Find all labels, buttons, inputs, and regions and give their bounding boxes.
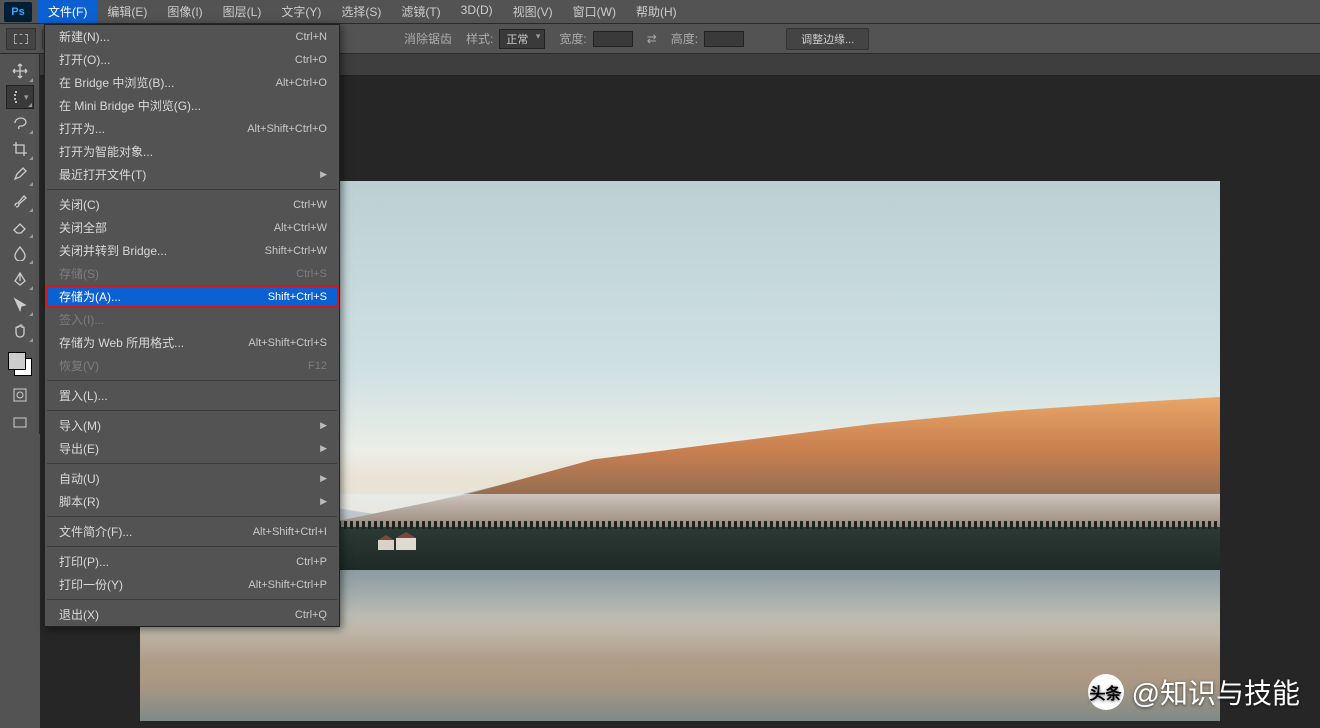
menuitem-存储S: 存储(S)Ctrl+S xyxy=(45,262,339,285)
menuitem-关闭并转到-Bridge[interactable]: 关闭并转到 Bridge...Shift+Ctrl+W xyxy=(45,239,339,262)
eyedropper-tool[interactable] xyxy=(6,163,34,187)
lasso-tool[interactable] xyxy=(6,111,34,135)
menuitem-在-Bridge-中浏览B[interactable]: 在 Bridge 中浏览(B)...Alt+Ctrl+O xyxy=(45,71,339,94)
menuitem-打开为[interactable]: 打开为...Alt+Shift+Ctrl+O xyxy=(45,117,339,140)
menu-选择[interactable]: 选择(S) xyxy=(331,0,391,23)
screen-mode-toggle[interactable] xyxy=(6,412,34,434)
ps-logo: Ps xyxy=(4,2,32,22)
style-select[interactable]: 正常 xyxy=(499,29,545,49)
menuitem-打开为智能对象[interactable]: 打开为智能对象... xyxy=(45,140,339,163)
menu-separator xyxy=(47,410,337,411)
eraser-tool[interactable] xyxy=(6,215,34,239)
watermark: 头条 @知识与技能 xyxy=(1088,672,1300,712)
image-buildings xyxy=(378,532,418,550)
menu-编辑[interactable]: 编辑(E) xyxy=(97,0,157,23)
menuitem-签入I: 签入(I)... xyxy=(45,308,339,331)
menu-separator xyxy=(47,516,337,517)
antialias-label: 消除锯齿 xyxy=(404,30,452,47)
file-menu-dropdown: 新建(N)...Ctrl+N打开(O)...Ctrl+O在 Bridge 中浏览… xyxy=(44,24,340,627)
hand-tool[interactable] xyxy=(6,319,34,343)
blur-tool[interactable] xyxy=(6,241,34,265)
width-field[interactable] xyxy=(593,31,633,47)
style-label: 样式: xyxy=(466,30,493,47)
marquee-tool[interactable] xyxy=(6,85,34,109)
watermark-logo: 头条 xyxy=(1088,674,1124,710)
menuitem-存储为A[interactable]: 存储为(A)...Shift+Ctrl+S xyxy=(45,285,339,308)
menuitem-退出X[interactable]: 退出(X)Ctrl+Q xyxy=(45,603,339,626)
menu-帮助[interactable]: 帮助(H) xyxy=(626,0,687,23)
move-tool[interactable] xyxy=(6,59,34,83)
menu-separator xyxy=(47,189,337,190)
menu-3d[interactable]: 3D(D) xyxy=(451,0,503,23)
tool-preset-picker[interactable] xyxy=(6,28,36,50)
height-field[interactable] xyxy=(704,31,744,47)
menuitem-打印P[interactable]: 打印(P)...Ctrl+P xyxy=(45,550,339,573)
menu-窗口[interactable]: 窗口(W) xyxy=(563,0,626,23)
menuitem-置入L[interactable]: 置入(L)... xyxy=(45,384,339,407)
height-label: 高度: xyxy=(671,30,698,47)
menuitem-最近打开文件T[interactable]: 最近打开文件(T)▶ xyxy=(45,163,339,186)
brush-tool[interactable] xyxy=(6,189,34,213)
color-swatches[interactable] xyxy=(6,350,34,378)
swap-icon[interactable]: ⇄ xyxy=(647,32,657,46)
menuitem-脚本R[interactable]: 脚本(R)▶ xyxy=(45,490,339,513)
menu-separator xyxy=(47,546,337,547)
menu-图像[interactable]: 图像(I) xyxy=(157,0,212,23)
menu-滤镜[interactable]: 滤镜(T) xyxy=(391,0,450,23)
menuitem-存储为-Web-所用格式[interactable]: 存储为 Web 所用格式...Alt+Shift+Ctrl+S xyxy=(45,331,339,354)
menu-图层[interactable]: 图层(L) xyxy=(213,0,272,23)
menuitem-导入M[interactable]: 导入(M)▶ xyxy=(45,414,339,437)
refine-edge-button[interactable]: 调整边缘... xyxy=(786,28,869,50)
menu-视图[interactable]: 视图(V) xyxy=(503,0,563,23)
menuitem-打印一份Y[interactable]: 打印一份(Y)Alt+Shift+Ctrl+P xyxy=(45,573,339,596)
menuitem-文件简介F[interactable]: 文件简介(F)...Alt+Shift+Ctrl+I xyxy=(45,520,339,543)
quick-mask-toggle[interactable] xyxy=(6,384,34,406)
menu-separator xyxy=(47,380,337,381)
pen-tool[interactable] xyxy=(6,267,34,291)
menuitem-导出E[interactable]: 导出(E)▶ xyxy=(45,437,339,460)
menuitem-关闭C[interactable]: 关闭(C)Ctrl+W xyxy=(45,193,339,216)
menu-文件[interactable]: 文件(F) xyxy=(38,0,97,23)
toolbox xyxy=(0,54,40,434)
watermark-text: @知识与技能 xyxy=(1132,672,1300,712)
foreground-color[interactable] xyxy=(8,352,26,370)
menuitem-自动U[interactable]: 自动(U)▶ xyxy=(45,467,339,490)
menuitem-恢复V: 恢复(V)F12 xyxy=(45,354,339,377)
menu-separator xyxy=(47,599,337,600)
menuitem-在-Mini-Bridge-中浏览G[interactable]: 在 Mini Bridge 中浏览(G)... xyxy=(45,94,339,117)
crop-tool[interactable] xyxy=(6,137,34,161)
width-label: 宽度: xyxy=(559,30,586,47)
menubar: Ps 文件(F)编辑(E)图像(I)图层(L)文字(Y)选择(S)滤镜(T)3D… xyxy=(0,0,1320,24)
marquee-icon xyxy=(14,34,28,44)
path-select-tool[interactable] xyxy=(6,293,34,317)
menu-文字[interactable]: 文字(Y) xyxy=(271,0,331,23)
menu-separator xyxy=(47,463,337,464)
menuitem-打开O[interactable]: 打开(O)...Ctrl+O xyxy=(45,48,339,71)
menuitem-新建N[interactable]: 新建(N)...Ctrl+N xyxy=(45,25,339,48)
menuitem-关闭全部[interactable]: 关闭全部Alt+Ctrl+W xyxy=(45,216,339,239)
